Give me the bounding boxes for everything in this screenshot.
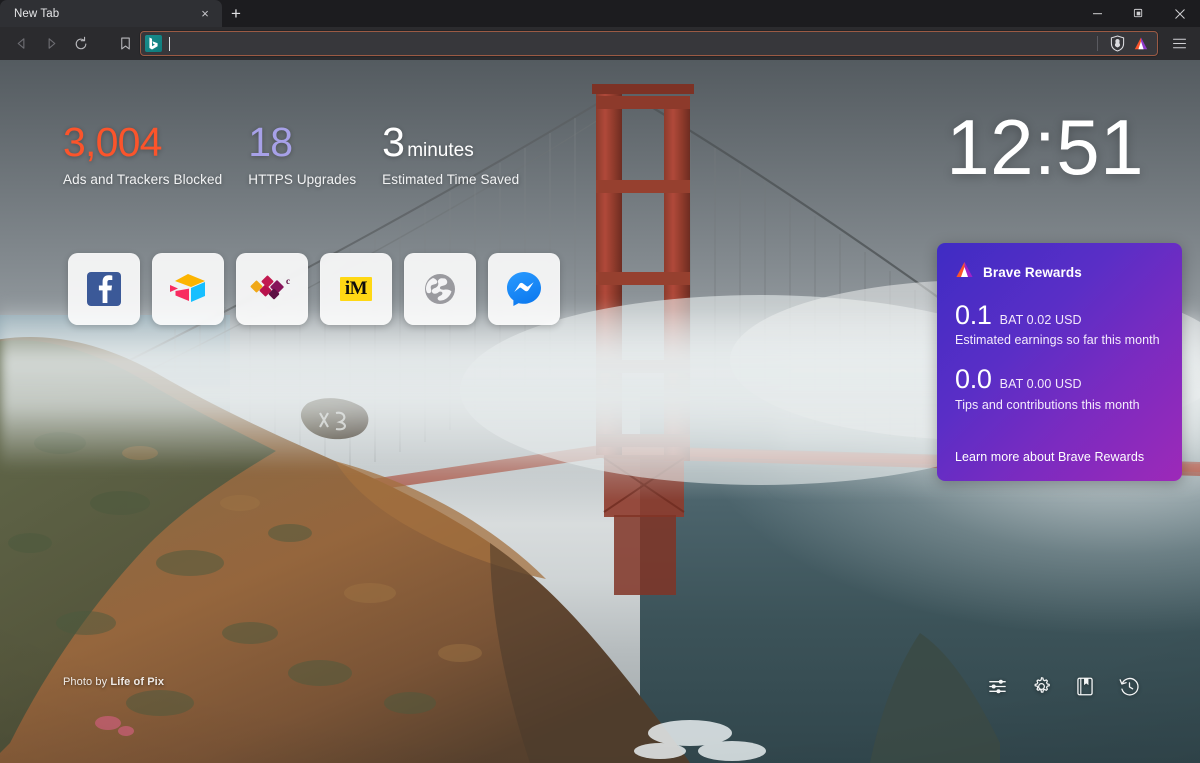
reload-icon[interactable] <box>66 30 96 57</box>
rewards-earnings-bat: BAT 0.02 USD <box>1000 313 1082 327</box>
stat-value: 3,004 <box>63 122 222 163</box>
address-bar-wrap <box>140 31 1162 56</box>
stat-https-upgrades: 18 HTTPS Upgrades <box>248 122 356 187</box>
im-icon: iM <box>340 279 372 299</box>
history-icon[interactable] <box>1118 675 1140 697</box>
tab-strip: New Tab × + <box>0 0 1200 27</box>
rewards-learn-more[interactable]: Learn more about Brave Rewards <box>955 450 1144 464</box>
privacy-stats: 3,004 Ads and Trackers Blocked 18 HTTPS … <box>63 122 545 187</box>
browser-toolbar <box>0 27 1200 60</box>
rewards-header: Brave Rewards <box>955 261 1164 284</box>
brave-rewards-triangle-icon <box>955 261 974 284</box>
airtable-icon <box>167 271 209 307</box>
browser-menu-icon[interactable] <box>1166 30 1192 57</box>
tile-globe[interactable] <box>404 253 476 325</box>
stat-label: Ads and Trackers Blocked <box>63 172 222 187</box>
photo-credit: Photo by Life of Pix <box>63 676 164 688</box>
diamond-cluster-icon: c <box>250 274 294 304</box>
address-bar[interactable] <box>140 31 1158 56</box>
new-tab-button[interactable]: + <box>222 0 250 27</box>
brave-shields-icon[interactable] <box>1106 33 1128 55</box>
bing-icon <box>145 35 162 52</box>
photo-credit-prefix: Photo by <box>63 676 110 688</box>
rewards-title: Brave Rewards <box>983 265 1082 280</box>
messenger-icon <box>504 269 544 309</box>
rewards-tips-description: Tips and contributions this month <box>955 398 1164 412</box>
rewards-tips-block: 0.0 BAT 0.00 USD Tips and contributions … <box>955 365 1164 411</box>
tab-title: New Tab <box>14 8 196 20</box>
rewards-tips-amount-row: 0.0 BAT 0.00 USD <box>955 365 1164 393</box>
browser-window: New Tab × + <box>0 0 1200 763</box>
bookmark-icon[interactable] <box>110 30 140 57</box>
im-label: iM <box>340 277 372 301</box>
minimize-icon[interactable] <box>1077 0 1118 27</box>
search-input[interactable] <box>170 37 1095 51</box>
rewards-learn-more-rest: about Brave Rewards <box>1023 450 1144 464</box>
tile-im[interactable]: iM <box>320 253 392 325</box>
close-icon[interactable]: × <box>196 5 214 23</box>
globe-icon <box>422 271 458 307</box>
gear-icon[interactable] <box>1030 675 1052 697</box>
rewards-earnings-block: 0.1 BAT 0.02 USD Estimated earnings so f… <box>955 301 1164 347</box>
rewards-tips-amount: 0.0 <box>955 365 992 393</box>
stat-time-saved: 3minutes Estimated Time Saved <box>382 122 519 187</box>
facebook-icon <box>84 269 124 309</box>
rewards-tips-bat: BAT 0.00 USD <box>1000 377 1082 391</box>
brave-rewards-card[interactable]: Brave Rewards 0.1 BAT 0.02 USD Estimated… <box>937 243 1182 481</box>
dashboard-action-icons <box>986 675 1140 697</box>
tile-airtable[interactable] <box>152 253 224 325</box>
tile-messenger[interactable] <box>488 253 560 325</box>
window-controls <box>1077 0 1200 27</box>
sliders-icon[interactable] <box>986 675 1008 697</box>
hamburger-bars <box>1173 43 1186 45</box>
close-window-icon[interactable] <box>1159 0 1200 27</box>
stat-value: 3 <box>382 119 404 165</box>
top-sites-tiles: c iM <box>68 253 560 325</box>
stat-value: 18 <box>248 122 356 163</box>
tile-diamond-cluster[interactable]: c <box>236 253 308 325</box>
bookmarks-icon[interactable] <box>1074 675 1096 697</box>
address-bar-actions <box>1095 33 1152 55</box>
rewards-earnings-amount: 0.1 <box>955 301 992 329</box>
rewards-earnings-amount-row: 0.1 BAT 0.02 USD <box>955 301 1164 329</box>
forward-icon[interactable] <box>36 30 66 57</box>
svg-text:c: c <box>286 276 290 286</box>
brave-rewards-triangle-icon[interactable] <box>1130 33 1152 55</box>
photo-credit-author: Life of Pix <box>110 676 164 688</box>
tile-facebook[interactable] <box>68 253 140 325</box>
rewards-earnings-description: Estimated earnings so far this month <box>955 333 1164 347</box>
stat-value-wrap: 3minutes <box>382 122 519 163</box>
new-tab-page: 3,004 Ads and Trackers Blocked 18 HTTPS … <box>0 60 1200 763</box>
maximize-icon[interactable] <box>1118 0 1159 27</box>
clock: 12:51 <box>946 108 1144 186</box>
stat-ads-blocked: 3,004 Ads and Trackers Blocked <box>63 122 222 187</box>
divider <box>1097 36 1098 51</box>
stat-value-suffix: minutes <box>407 140 474 161</box>
tab-new-tab[interactable]: New Tab × <box>0 0 222 27</box>
stat-label: Estimated Time Saved <box>382 172 519 187</box>
back-icon[interactable] <box>6 30 36 57</box>
stat-label: HTTPS Upgrades <box>248 172 356 187</box>
rewards-learn-more-link[interactable]: Learn more <box>955 450 1019 464</box>
